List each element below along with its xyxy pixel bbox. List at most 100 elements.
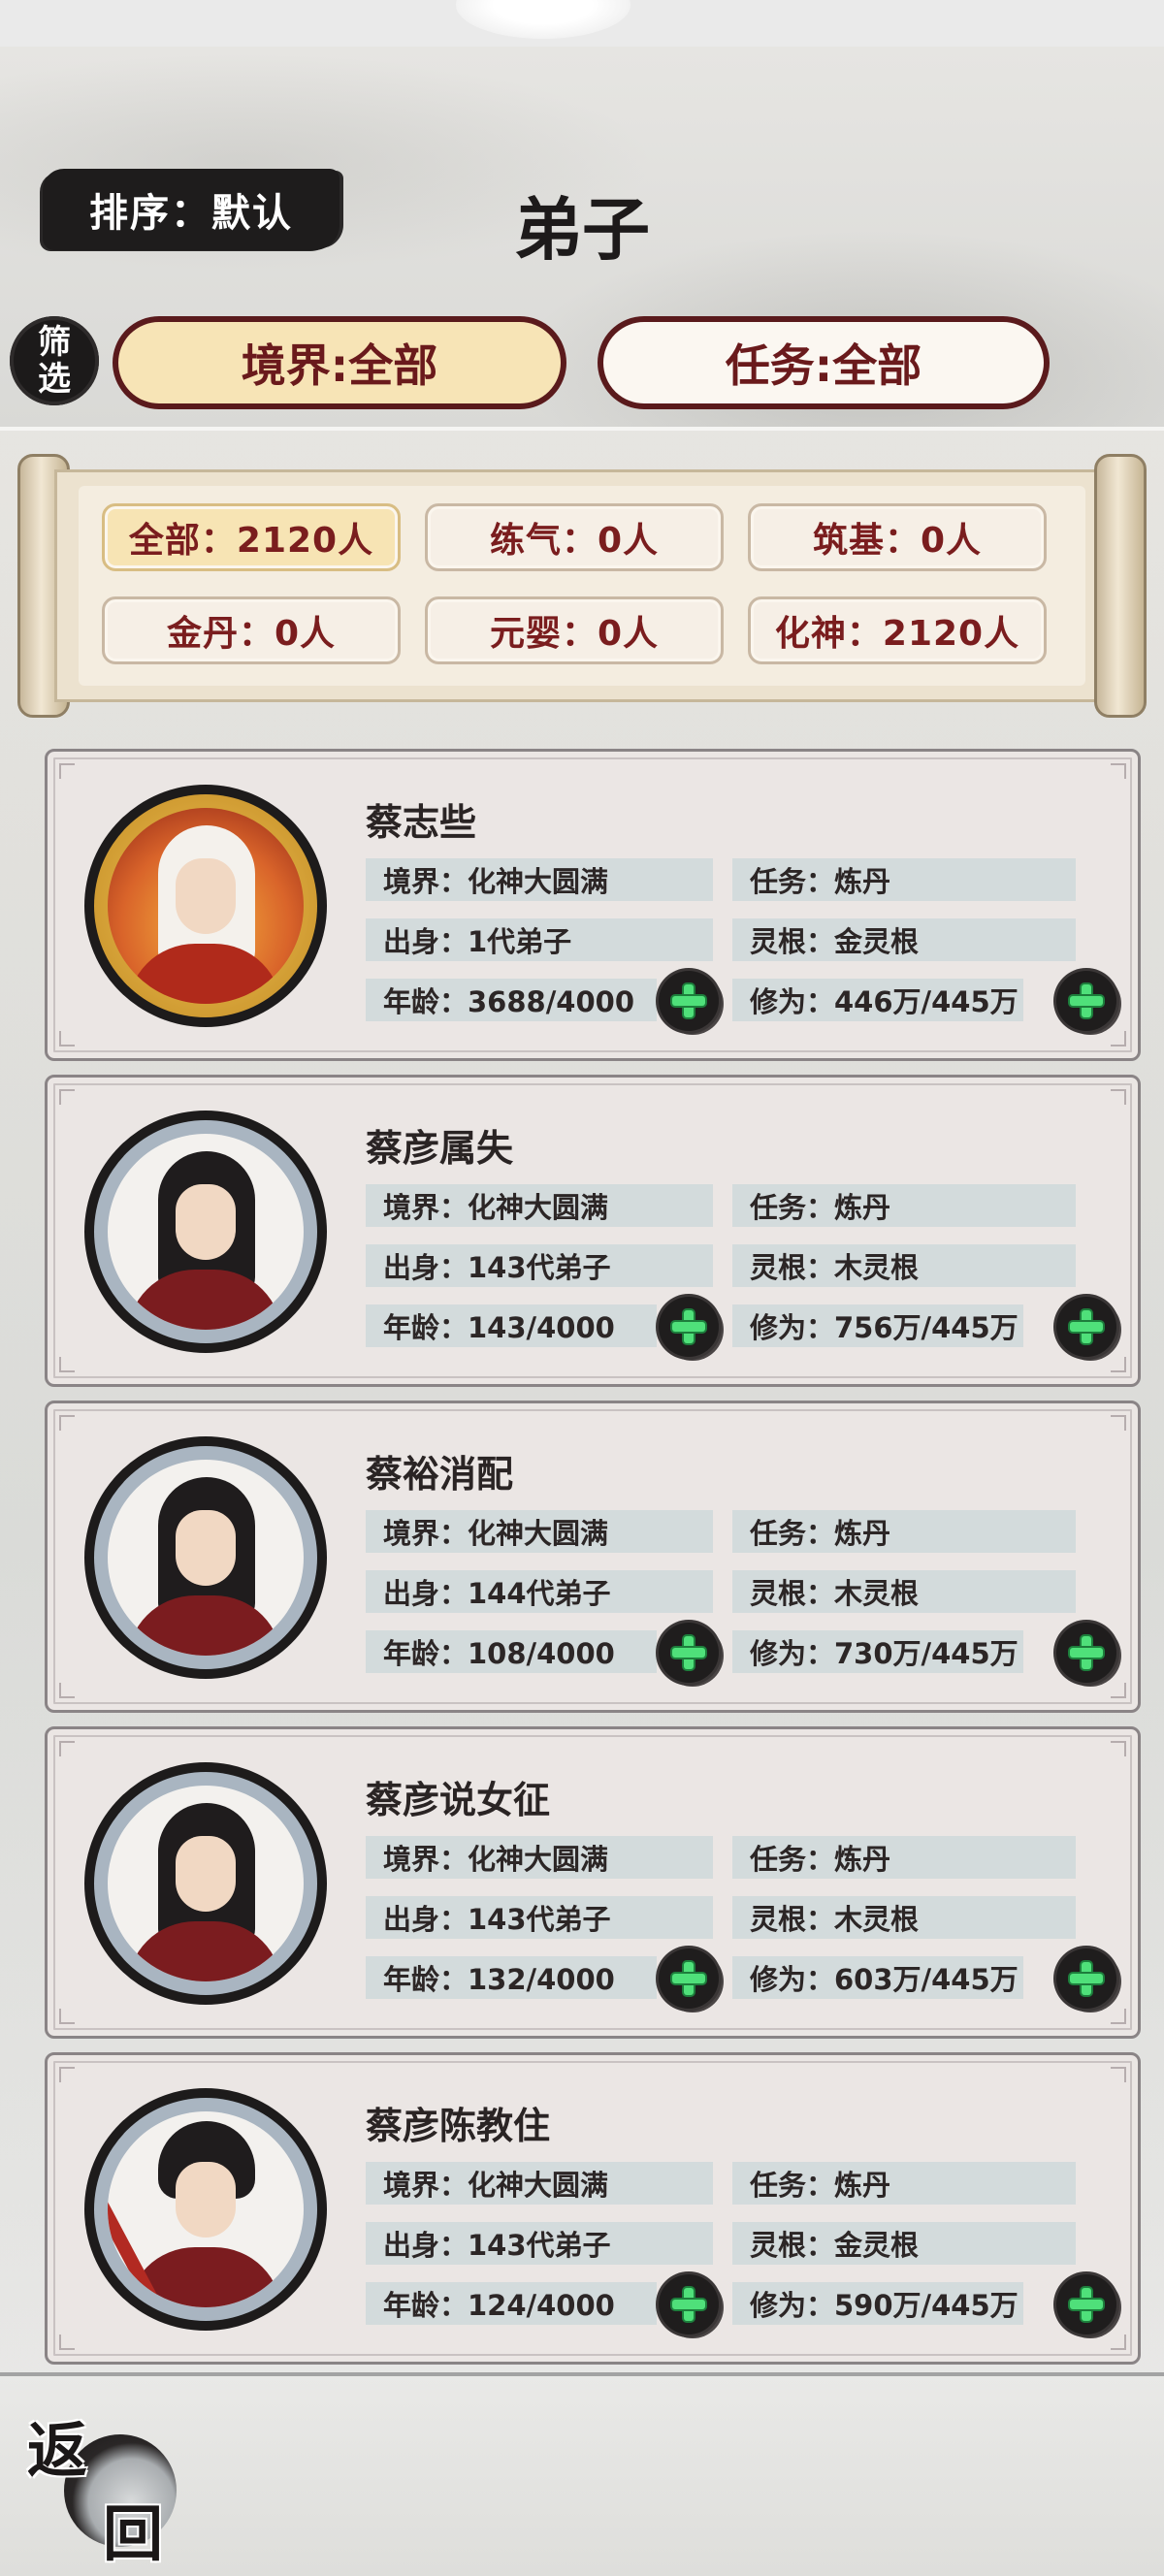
origin-stat: 出身：144代弟子 (366, 1570, 713, 1613)
task-stat: 任务：炼丹 (732, 1184, 1076, 1227)
realm-tally-scroll: 全部：2120人 练气：0人 筑基：0人 金丹：0人 元婴：0人 化神：2120… (17, 454, 1147, 718)
disciple-name: 蔡彦属失 (366, 1127, 514, 1170)
origin-stat: 出身：143代弟子 (366, 2222, 713, 2265)
age-stat: 年龄：3688/4000 (366, 979, 657, 1021)
back-button[interactable]: 返 回 (21, 2401, 178, 2569)
task-filter-label: 任务:全部 (725, 339, 922, 392)
corner-ornament (1111, 1415, 1126, 1431)
origin-stat: 出身：143代弟子 (366, 1244, 713, 1287)
realm-stat: 境界：化神大圆满 (366, 1184, 713, 1227)
age-stat: 年龄：124/4000 (366, 2282, 657, 2325)
moon-decoration (456, 0, 630, 39)
back-label-bottom: 回 (103, 2498, 164, 2569)
spirit-root-stat: 灵根：木灵根 (732, 1896, 1076, 1939)
filter-label: 筛选 (38, 323, 71, 399)
disciple-avatar[interactable] (84, 1762, 327, 2005)
spirit-root-stat: 灵根：木灵根 (732, 1244, 1076, 1287)
corner-ornament (1111, 1089, 1126, 1105)
spirit-root-stat: 灵根：木灵根 (732, 1570, 1076, 1613)
disciple-card[interactable]: 蔡裕消配 境界：化神大圆满 任务：炼丹 出身：144代弟子 灵根：木灵根 年龄：… (45, 1401, 1141, 1713)
swordsman-avatar[interactable] (84, 2088, 327, 2331)
corner-ornament (59, 1415, 75, 1431)
avatar-portrait (108, 1786, 304, 1981)
task-stat: 任务：炼丹 (732, 858, 1076, 901)
page-title: 弟子 (514, 190, 650, 270)
add-cultivation-button[interactable] (1056, 1623, 1116, 1683)
task-stat: 任务：炼丹 (732, 1510, 1076, 1553)
plus-icon (1070, 984, 1103, 1017)
plus-icon (1070, 1310, 1103, 1343)
disciple-avatar[interactable] (84, 1111, 327, 1353)
sort-button[interactable]: 排序：默认 (43, 169, 340, 250)
corner-ornament (59, 2334, 75, 2350)
task-stat: 任务：炼丹 (732, 2162, 1076, 2205)
realm-stat: 境界：化神大圆满 (366, 858, 713, 901)
corner-ornament (1111, 2334, 1126, 2350)
cultivation-stat: 修为：590万/445万 (732, 2282, 1023, 2325)
corner-ornament (1111, 2067, 1126, 2082)
disciple-name: 蔡彦陈教住 (366, 2105, 551, 2147)
origin-stat: 出身：143代弟子 (366, 1896, 713, 1939)
corner-ornament (59, 2067, 75, 2082)
plus-icon (672, 984, 705, 1017)
task-stat: 任务：炼丹 (732, 1836, 1076, 1879)
disciple-name: 蔡彦说女征 (366, 1779, 551, 1821)
avatar-portrait (108, 1460, 304, 1656)
scroll-inner: 全部：2120人 练气：0人 筑基：0人 金丹：0人 元婴：0人 化神：2120… (79, 486, 1085, 686)
add-cultivation-button[interactable] (1056, 971, 1116, 1031)
realm-stat: 境界：化神大圆满 (366, 1836, 713, 1879)
cultivation-stat: 修为：756万/445万 (732, 1304, 1023, 1347)
fire-elder-avatar[interactable] (84, 785, 327, 1027)
tally-jindan[interactable]: 金丹：0人 (102, 596, 401, 664)
add-age-button[interactable] (659, 1948, 719, 2009)
corner-ornament (59, 1357, 75, 1372)
plus-icon (672, 1962, 705, 1995)
tally-zhuji[interactable]: 筑基：0人 (748, 503, 1047, 571)
tally-all[interactable]: 全部：2120人 (102, 503, 401, 571)
scroll-paper: 全部：2120人 练气：0人 筑基：0人 金丹：0人 元婴：0人 化神：2120… (54, 469, 1110, 702)
task-filter-button[interactable]: 任务:全部 (598, 316, 1050, 409)
corner-ornament (1111, 1031, 1126, 1046)
corner-ornament (59, 1741, 75, 1756)
corner-ornament (1111, 1741, 1126, 1756)
disciple-card[interactable]: 蔡彦说女征 境界：化神大圆满 任务：炼丹 出身：143代弟子 灵根：木灵根 年龄… (45, 1726, 1141, 2039)
disciple-avatar[interactable] (84, 1436, 327, 1679)
tally-huashen[interactable]: 化神：2120人 (748, 596, 1047, 664)
tally-lianqi[interactable]: 练气：0人 (425, 503, 724, 571)
plus-icon (1070, 2288, 1103, 2321)
cultivation-stat: 修为：446万/445万 (732, 979, 1023, 1021)
avatar-portrait (108, 808, 304, 1004)
plus-icon (1070, 1962, 1103, 1995)
tally-label: 金丹：0人 (166, 614, 337, 654)
corner-ornament (59, 763, 75, 779)
age-stat: 年龄：108/4000 (366, 1630, 657, 1673)
age-stat: 年龄：143/4000 (366, 1304, 657, 1347)
top-strip (0, 0, 1164, 47)
plus-icon (672, 1310, 705, 1343)
add-age-button[interactable] (659, 2274, 719, 2334)
cultivation-stat: 修为：603万/445万 (732, 1956, 1023, 1999)
realm-filter-button[interactable]: 境界:全部 (113, 316, 566, 409)
disciple-card[interactable]: 蔡志些 境界：化神大圆满 任务：炼丹 出身：1代弟子 灵根：金灵根 年龄：368… (45, 749, 1141, 1061)
add-cultivation-button[interactable] (1056, 1948, 1116, 2009)
corner-ornament (1111, 2009, 1126, 2024)
corner-ornament (59, 1031, 75, 1046)
add-age-button[interactable] (659, 1623, 719, 1683)
disciple-card[interactable]: 蔡彦属失 境界：化神大圆满 任务：炼丹 出身：143代弟子 灵根：木灵根 年龄：… (45, 1075, 1141, 1387)
disciple-card[interactable]: 蔡彦陈教住 境界：化神大圆满 任务：炼丹 出身：143代弟子 灵根：金灵根 年龄… (45, 2052, 1141, 2365)
disciple-name: 蔡裕消配 (366, 1453, 514, 1496)
realm-stat: 境界：化神大圆满 (366, 1510, 713, 1553)
add-cultivation-button[interactable] (1056, 2274, 1116, 2334)
spirit-root-stat: 灵根：金灵根 (732, 918, 1076, 961)
add-age-button[interactable] (659, 1297, 719, 1357)
tally-yuanying[interactable]: 元婴：0人 (425, 596, 724, 664)
tally-label: 全部：2120人 (128, 521, 374, 561)
realm-filter-label: 境界:全部 (241, 339, 438, 392)
corner-ornament (1111, 1357, 1126, 1372)
add-cultivation-button[interactable] (1056, 1297, 1116, 1357)
tally-label: 筑基：0人 (812, 521, 983, 561)
plus-icon (672, 2288, 705, 2321)
add-age-button[interactable] (659, 971, 719, 1031)
scroll-roller-right (1094, 454, 1147, 718)
tally-label: 化神：2120人 (774, 614, 1020, 654)
